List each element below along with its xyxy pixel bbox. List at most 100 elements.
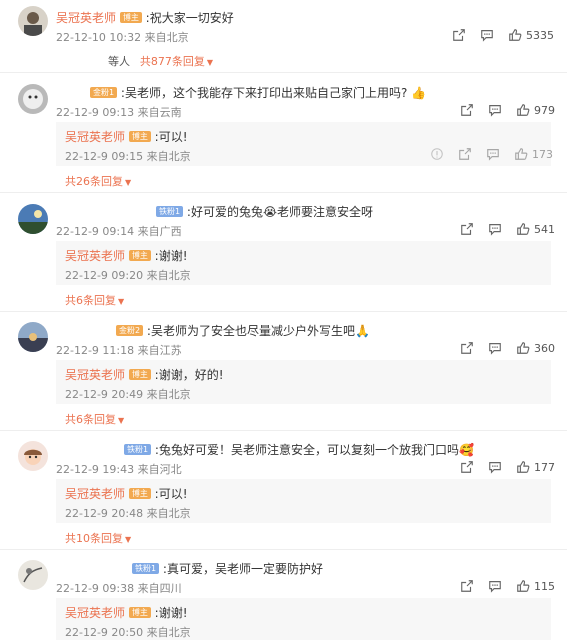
reply-meta: 22-12-9 20:49 来自北京: [65, 388, 191, 401]
pray-emoji-icon: 🙏: [354, 324, 370, 338]
share-icon[interactable]: [458, 147, 472, 161]
like-icon[interactable]: [514, 147, 528, 161]
comment-header: 铁粉1 :真可爱，吴老师一定要防护好: [132, 560, 323, 577]
reply-username[interactable]: 吴冠英老师: [65, 606, 125, 620]
comment-text: :吴老师，这个我能存下来打印出来贴自己家门上用吗?: [120, 86, 408, 100]
comment-actions: 177: [460, 460, 555, 474]
caret-down-icon: ▼: [118, 416, 125, 425]
divider: [0, 192, 567, 193]
comment-meta: 22-12-9 11:18 来自江苏: [56, 344, 182, 357]
view-replies-link[interactable]: 共877条回复 ▼: [140, 55, 213, 68]
blogger-badge: 博主: [128, 607, 151, 618]
caret-down-icon: ▼: [125, 535, 132, 544]
comment-icon[interactable]: [486, 147, 500, 161]
comment-meta: 22-12-9 09:38 来自四川: [56, 582, 182, 595]
like-count: 979: [534, 103, 555, 117]
caret-down-icon: ▼: [118, 297, 125, 306]
comment-meta: 22-12-9 09:14 来自广西: [56, 225, 182, 238]
reply-text: :谢谢!: [154, 249, 188, 263]
comment-text-cont: 老师要注意安全呀: [277, 205, 374, 219]
reply-meta: 22-12-9 09:15 来自北京: [65, 150, 191, 163]
comment-text: :兔兔好可爱！吴老师注意安全，可以复刻一个放我门口吗: [154, 443, 459, 457]
comment-header: 金粉2 :吴老师为了安全也尽量减少户外写生吧🙏: [116, 322, 370, 339]
reply-username[interactable]: 吴冠英老师: [65, 130, 125, 144]
view-replies-link[interactable]: 共10条回复 ▼: [65, 530, 131, 546]
like-count: 5335: [526, 28, 554, 42]
divider: [0, 549, 567, 550]
smiling-hearts-emoji-icon: 🥰: [458, 443, 474, 457]
like-count: 173: [532, 147, 553, 161]
fan-badge: 铁粉1: [124, 444, 152, 455]
avatar-sunset[interactable]: [18, 322, 48, 352]
comment-actions: 541: [460, 222, 555, 236]
reply-text: :可以!: [154, 130, 188, 144]
divider: [0, 430, 567, 431]
username[interactable]: 吴冠英老师: [56, 11, 116, 25]
comment-icon[interactable]: [488, 222, 502, 236]
reply-meta: 22-12-9 09:20 来自北京: [65, 269, 191, 282]
share-icon[interactable]: [460, 460, 474, 474]
comment-meta: 22-12-9 09:13 来自云南: [56, 106, 182, 119]
comment-icon[interactable]: [488, 103, 502, 117]
reply-username[interactable]: 吴冠英老师: [65, 368, 125, 382]
reply-username[interactable]: 吴冠英老师: [65, 487, 125, 501]
like-icon[interactable]: [516, 341, 530, 355]
share-icon[interactable]: [452, 28, 466, 42]
blogger-badge: 博主: [128, 250, 151, 261]
share-icon[interactable]: [460, 103, 474, 117]
reply-text: :谢谢，好的!: [154, 368, 224, 382]
like-icon[interactable]: [516, 579, 530, 593]
reply-text: :谢谢!: [154, 606, 188, 620]
divider: [0, 72, 567, 73]
avatar-cartoon-girl[interactable]: [18, 441, 48, 471]
reply-actions: 173: [430, 147, 553, 161]
share-icon[interactable]: [460, 222, 474, 236]
report-icon[interactable]: [430, 147, 444, 161]
like-count: 360: [534, 341, 555, 355]
blogger-badge: 博主: [119, 12, 142, 23]
reply-header: 吴冠英老师 博主 :可以!: [65, 485, 188, 502]
share-icon[interactable]: [460, 579, 474, 593]
blogger-badge: 博主: [128, 488, 151, 499]
fan-badge: 铁粉1: [132, 563, 160, 574]
reply-header: 吴冠英老师 博主 :谢谢!: [65, 247, 188, 264]
like-icon[interactable]: [516, 460, 530, 474]
blogger-badge: 博主: [128, 369, 151, 380]
comment-meta: 22-12-10 10:32 来自北京: [56, 31, 189, 44]
comment-meta: 22-12-9 19:43 来自河北: [56, 463, 182, 476]
avatar-white-pet[interactable]: [18, 84, 48, 114]
comment-actions: 5335: [452, 28, 554, 42]
like-count: 115: [534, 579, 555, 593]
like-icon[interactable]: [508, 28, 522, 42]
comment-icon[interactable]: [488, 341, 502, 355]
reply-header: 吴冠英老师 博主 :谢谢，好的!: [65, 366, 224, 383]
comment-header: 铁粉1 :兔兔好可爱！吴老师注意安全，可以复刻一个放我门口吗🥰: [124, 441, 474, 458]
view-replies-link[interactable]: 共6条回复 ▼: [65, 411, 124, 427]
share-icon[interactable]: [460, 341, 474, 355]
like-count: 541: [534, 222, 555, 236]
like-icon[interactable]: [516, 103, 530, 117]
comment-text: :真可爱，吴老师一定要防护好: [162, 562, 323, 576]
caret-down-icon: ▼: [206, 58, 213, 67]
comment-icon[interactable]: [488, 460, 502, 474]
comment-header: 金粉1 :吴老师，这个我能存下来打印出来贴自己家门上用吗? 👍: [90, 84, 426, 101]
avatar-sketch[interactable]: [18, 560, 48, 590]
view-replies-link[interactable]: 共26条回复 ▼: [65, 173, 131, 189]
divider: [0, 311, 567, 312]
reply-header: 吴冠英老师 博主 :谢谢!: [65, 604, 188, 621]
avatar-teacher[interactable]: [18, 6, 48, 36]
comment-icon[interactable]: [480, 28, 494, 42]
reply-meta: 22-12-9 20:50 来自北京: [65, 626, 191, 639]
reply-summary: 等人 共877条回复 ▼: [108, 55, 213, 68]
fan-badge: 金粉1: [90, 87, 118, 98]
comment-header: 吴冠英老师 博主 :祝大家一切安好: [56, 9, 234, 26]
comment-header: 铁粉1 :好可爱的兔兔😭老师要注意安全呀: [156, 203, 373, 220]
caret-down-icon: ▼: [125, 178, 132, 187]
like-icon[interactable]: [516, 222, 530, 236]
comment-icon[interactable]: [488, 579, 502, 593]
thumbs-up-emoji-icon: 👍: [411, 86, 427, 100]
blogger-badge: 博主: [128, 131, 151, 142]
view-replies-link[interactable]: 共6条回复 ▼: [65, 292, 124, 308]
reply-username[interactable]: 吴冠英老师: [65, 249, 125, 263]
avatar-landscape[interactable]: [18, 204, 48, 234]
